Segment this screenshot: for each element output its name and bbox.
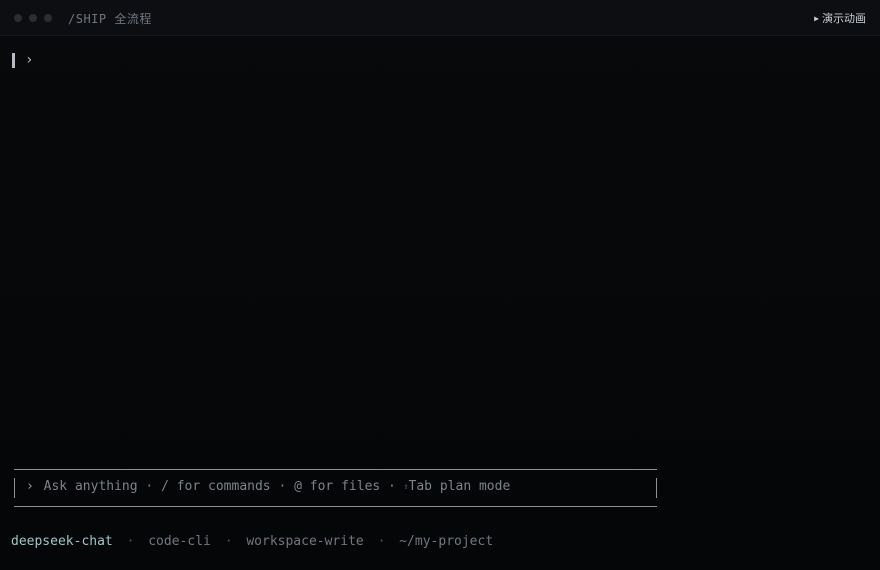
placeholder-separator: · xyxy=(388,479,396,494)
play-icon: ▶ xyxy=(814,14,819,23)
placeholder-plan-mode: Tab plan mode xyxy=(408,479,511,494)
prompt-input[interactable]: › Ask anything · / for commands · @ for … xyxy=(14,469,657,507)
window-title: /SHIP 全流程 xyxy=(68,12,152,26)
window-close-dot[interactable] xyxy=(14,14,22,22)
shift-key-icon: ⇧ xyxy=(403,482,409,491)
input-chevron-icon: › xyxy=(26,479,34,494)
prompt-input-placeholder: › Ask anything · / for commands · @ for … xyxy=(26,479,510,494)
status-separator: · xyxy=(126,534,135,549)
prompt-chevron-icon: › xyxy=(25,52,34,68)
terminal-prompt-line: › xyxy=(12,51,33,69)
placeholder-commands: / for commands xyxy=(161,479,271,494)
placeholder-separator: · xyxy=(278,479,287,494)
demo-animation-button[interactable]: ▶ 演示动画 xyxy=(814,10,866,26)
title-bar: /SHIP 全流程 ▶ 演示动画 xyxy=(0,0,880,36)
status-separator: · xyxy=(377,534,386,549)
status-path: ~/my-project xyxy=(399,534,494,549)
placeholder-files: @ for files xyxy=(294,479,381,494)
demo-animation-label: 演示动画 xyxy=(822,12,866,25)
status-agent: code-cli xyxy=(148,534,211,549)
status-bar: deepseek-chat · code-cli · workspace-wri… xyxy=(11,534,493,549)
window-maximize-dot[interactable] xyxy=(44,14,52,22)
terminal-window: /SHIP 全流程 ▶ 演示动画 › › Ask anything · / for… xyxy=(0,0,880,570)
placeholder-ask: Ask anything xyxy=(43,479,138,494)
status-permissions: workspace-write xyxy=(246,534,364,549)
text-cursor xyxy=(12,52,15,68)
status-model: deepseek-chat xyxy=(11,534,113,549)
placeholder-separator: · xyxy=(145,479,154,494)
window-minimize-dot[interactable] xyxy=(29,14,37,22)
status-separator: · xyxy=(224,534,233,549)
